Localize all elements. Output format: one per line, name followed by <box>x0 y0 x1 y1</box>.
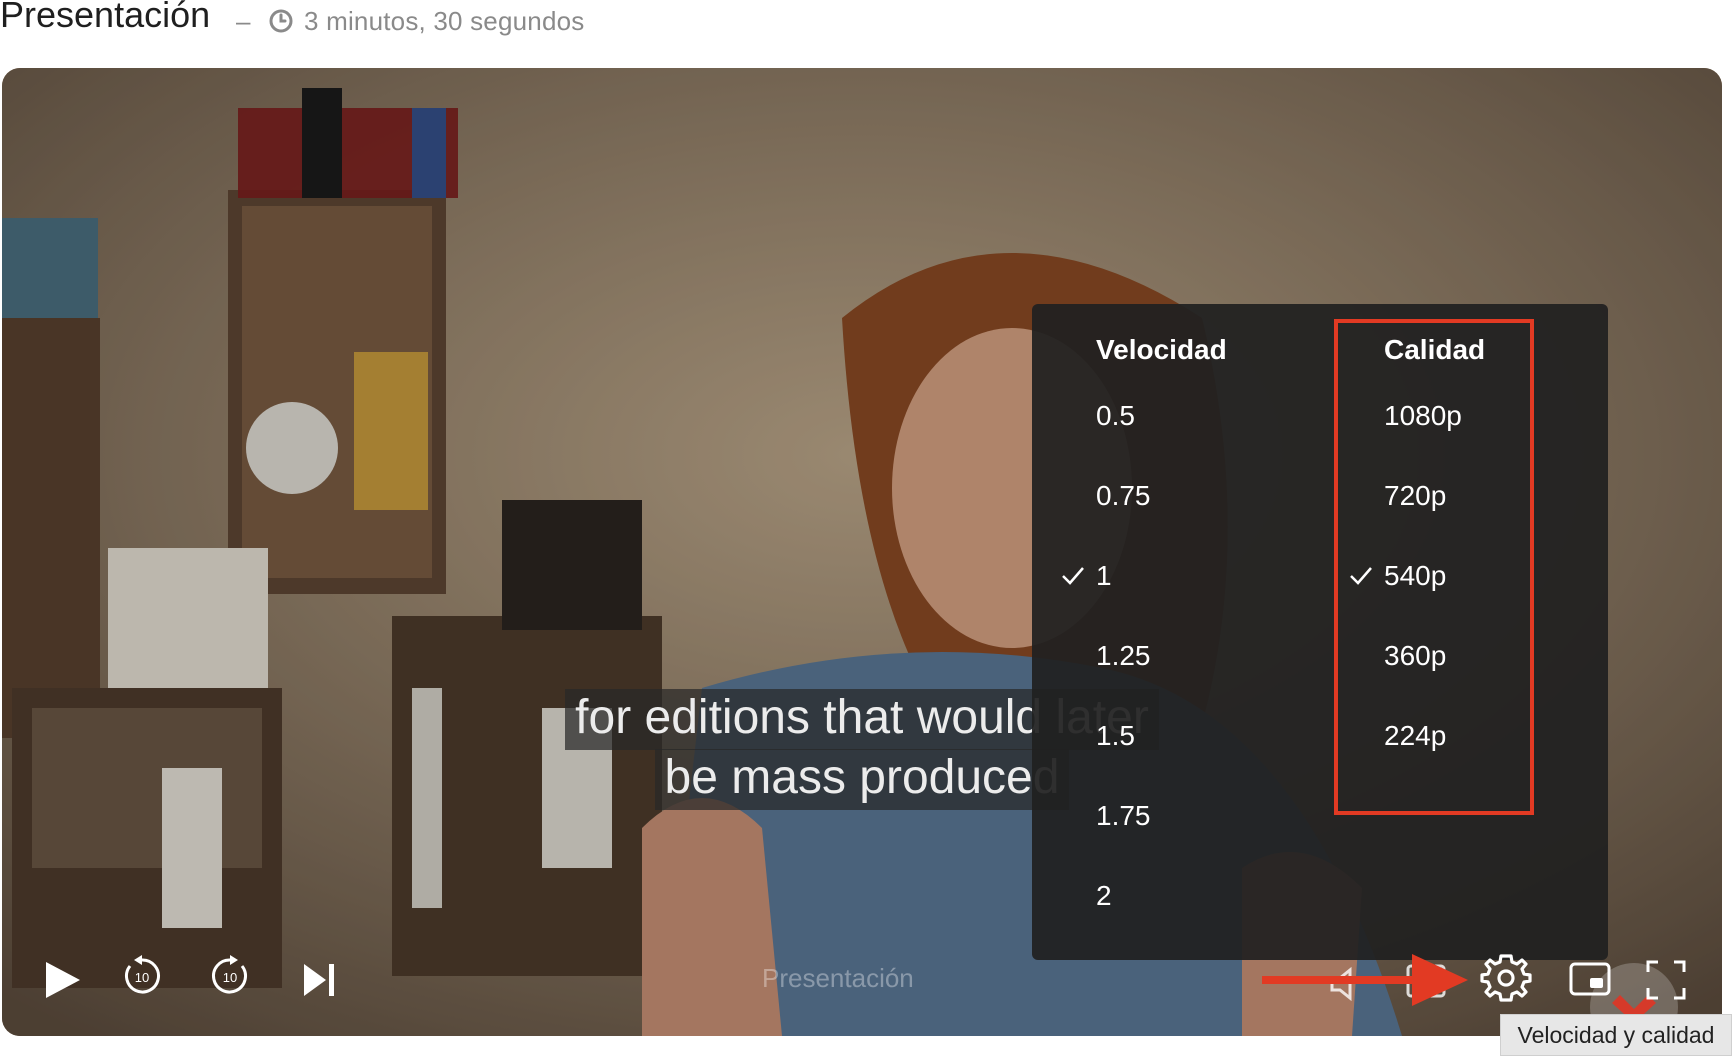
page-header: Presentación – 3 minutos, 30 segundos <box>0 0 1736 56</box>
picture-in-picture-icon[interactable] <box>1568 958 1612 1002</box>
forward-10-icon[interactable]: 10 <box>208 954 252 998</box>
video-duration: 3 minutos, 30 segundos <box>304 6 585 36</box>
speed-option-1[interactable]: 1 <box>1096 556 1112 596</box>
clock-icon <box>269 9 293 33</box>
speed-selected-check-icon <box>1062 567 1084 585</box>
play-icon[interactable] <box>40 958 84 1002</box>
title-separator: – <box>236 6 251 36</box>
settings-tooltip: Velocidad y calidad <box>1500 1014 1732 1056</box>
fullscreen-icon[interactable] <box>1644 958 1688 1002</box>
speed-option-1-75[interactable]: 1.75 <box>1096 796 1151 836</box>
speed-option-2[interactable]: 2 <box>1096 876 1112 916</box>
subtitle-text-2: be mass produced <box>654 749 1070 810</box>
annotation-arrow-icon <box>1262 954 1468 1006</box>
skip-next-icon[interactable] <box>298 958 342 1002</box>
quality-highlight-box <box>1334 319 1534 815</box>
speed-option-0-5[interactable]: 0.5 <box>1096 396 1135 436</box>
gear-icon[interactable] <box>1480 952 1532 1004</box>
page-title: Presentación <box>0 0 211 35</box>
speed-title: Velocidad <box>1096 334 1227 365</box>
forward-label: 10 <box>223 970 237 985</box>
speed-option-0-75[interactable]: 0.75 <box>1096 476 1151 516</box>
speed-option-1-25[interactable]: 1.25 <box>1096 636 1151 676</box>
rewind-label: 10 <box>135 970 149 985</box>
speed-option-1-5[interactable]: 1.5 <box>1096 716 1135 756</box>
rewind-10-icon[interactable]: 10 <box>120 954 164 998</box>
